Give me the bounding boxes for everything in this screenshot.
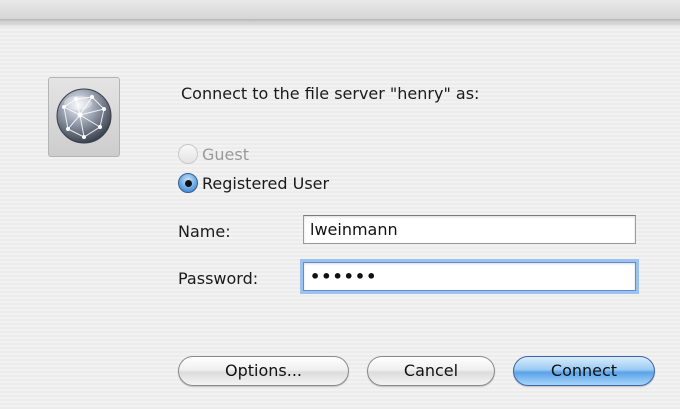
registered-user-radio-button[interactable] [178, 173, 198, 193]
registered-user-radio-label[interactable]: Registered User [202, 174, 329, 193]
registered-user-radio-option[interactable]: Registered User [178, 172, 329, 194]
password-field-label: Password: [178, 269, 259, 288]
name-input[interactable] [303, 215, 636, 244]
guest-radio-option: Guest [178, 143, 249, 165]
password-input[interactable]: •••••• [303, 262, 636, 291]
name-field-label: Name: [178, 222, 231, 241]
connect-button[interactable]: Connect [513, 356, 655, 386]
connect-dialog-sheet: Connect to the file server "henry" as: G… [0, 20, 680, 409]
options-button[interactable]: Options... [178, 356, 349, 386]
network-globe-icon [48, 77, 120, 157]
cancel-button[interactable]: Cancel [367, 356, 495, 386]
guest-radio-label: Guest [202, 144, 249, 164]
window-titlebar [0, 0, 680, 20]
guest-radio-button [178, 144, 198, 164]
connect-prompt: Connect to the file server "henry" as: [181, 84, 480, 103]
